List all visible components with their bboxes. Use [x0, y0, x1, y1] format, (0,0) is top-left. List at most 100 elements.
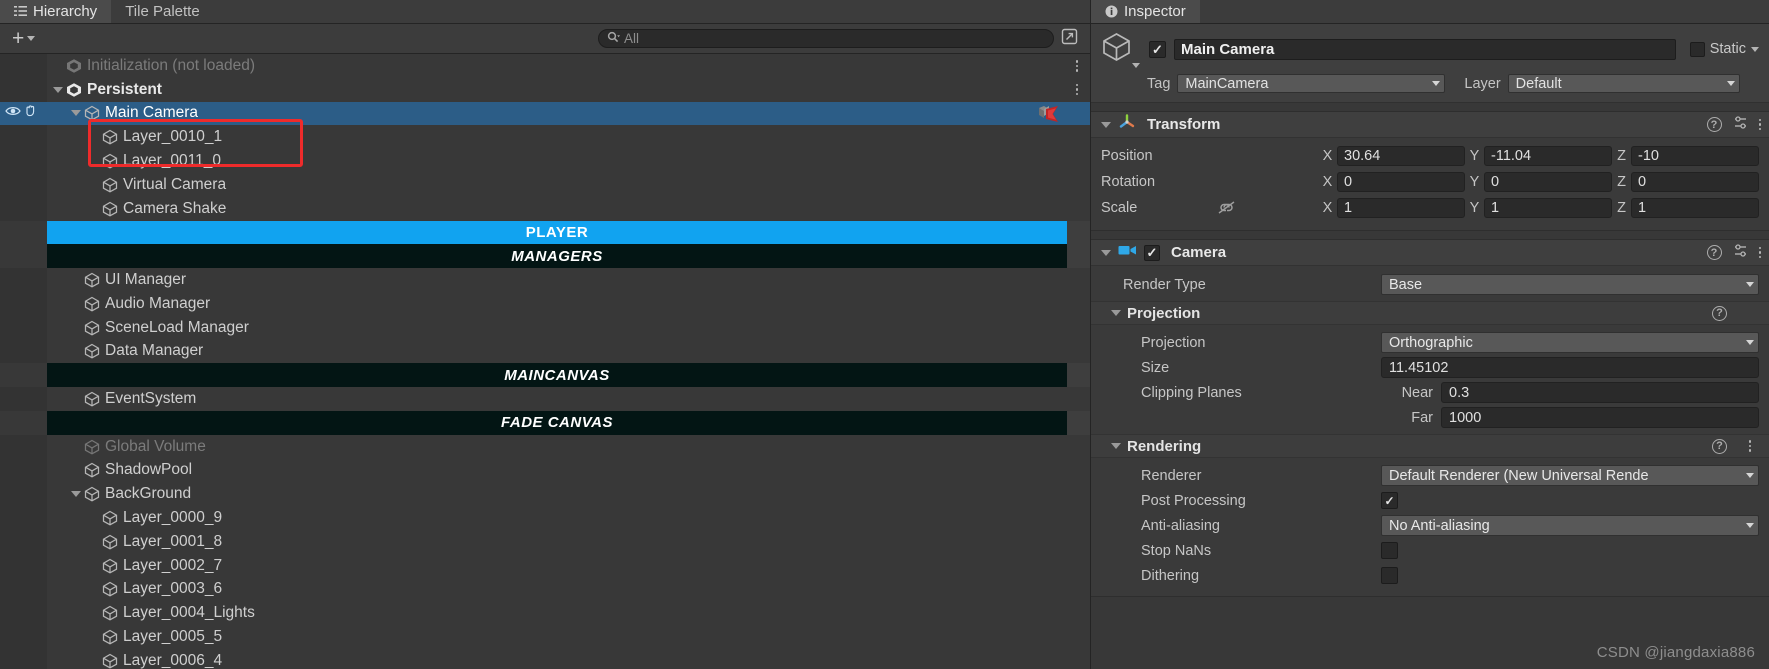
post-processing-checkbox[interactable]: ✓	[1381, 492, 1398, 509]
hierarchy-row[interactable]: Layer_0005_5	[0, 625, 1090, 649]
hierarchy-banner[interactable]: FADE CANVAS	[47, 410, 1067, 435]
hierarchy-row[interactable]: Main Camera	[0, 101, 1090, 126]
foldout-expanded-icon[interactable]	[69, 491, 82, 498]
static-toggle[interactable]: Static	[1684, 41, 1759, 57]
hierarchy-row-label: ShadowPool	[105, 461, 193, 479]
tab-inspector[interactable]: Inspector	[1091, 0, 1200, 23]
hierarchy-row[interactable]: SceneLoad Manager	[0, 315, 1090, 340]
rotation-y-field[interactable]: 0	[1484, 171, 1612, 192]
hierarchy-tree[interactable]: Initialization (not loaded) Persistent Mai…	[0, 54, 1090, 669]
hierarchy-row[interactable]: Data Manager	[0, 339, 1090, 364]
hierarchy-row[interactable]: ShadowPool	[0, 458, 1090, 483]
hierarchy-banner[interactable]: MAINCANVAS	[47, 363, 1067, 388]
size-field[interactable]: 11.45102	[1381, 357, 1759, 378]
popout-window-button[interactable]	[1058, 28, 1080, 50]
camera-enabled-checkbox[interactable]: ✓	[1144, 244, 1160, 261]
layer-dropdown[interactable]: Default	[1507, 74, 1740, 93]
position-x-field[interactable]: 30.64	[1337, 145, 1465, 166]
scale-y-field[interactable]: 1	[1484, 197, 1612, 218]
foldout-expanded-icon[interactable]	[69, 110, 82, 117]
rotation-x-field[interactable]: 0	[1337, 171, 1465, 192]
section-menu-icon[interactable]	[1748, 440, 1751, 452]
hierarchy-row[interactable]: Camera Shake	[0, 196, 1090, 221]
preset-icon[interactable]	[1733, 115, 1748, 135]
chevron-down-icon[interactable]	[1101, 121, 1111, 128]
component-menu-icon[interactable]	[1758, 246, 1761, 259]
transform-rotation-row: Rotation X 0 Y 0 Z 0	[1101, 170, 1759, 193]
hierarchy-row[interactable]: Layer_0010_1	[0, 125, 1090, 150]
preset-icon[interactable]	[1733, 243, 1748, 263]
hierarchy-row[interactable]: PLAYER	[0, 220, 1090, 245]
transform-header[interactable]: Transform ?	[1091, 112, 1769, 138]
gameobject-enabled-checkbox[interactable]: ✓	[1149, 40, 1166, 58]
render-type-dropdown[interactable]: Base	[1381, 274, 1759, 295]
chevron-down-icon[interactable]	[1101, 249, 1111, 256]
scene-context-menu-icon[interactable]	[1075, 78, 1078, 102]
hierarchy-row[interactable]: MANAGERS	[0, 244, 1090, 269]
foldout-expanded-icon[interactable]	[51, 86, 64, 93]
anti-aliasing-dropdown[interactable]: No Anti-aliasing	[1381, 515, 1759, 536]
help-icon[interactable]: ?	[1712, 438, 1727, 454]
hierarchy-row[interactable]: Virtual Camera	[0, 172, 1090, 197]
rendering-section-header[interactable]: Rendering ?	[1091, 434, 1769, 458]
hierarchy-row[interactable]: EventSystem	[0, 387, 1090, 411]
hierarchy-row[interactable]: Initialization (not loaded)	[0, 54, 1090, 78]
tag-dropdown[interactable]: MainCamera	[1177, 74, 1446, 93]
help-icon[interactable]: ?	[1706, 245, 1722, 260]
position-z-field[interactable]: -10	[1631, 145, 1759, 166]
renderer-dropdown[interactable]: Default Renderer (New Universal Rende	[1381, 465, 1759, 486]
stop-nans-checkbox[interactable]	[1381, 542, 1398, 559]
gameobject-icon[interactable]	[1101, 31, 1141, 68]
hierarchy-row[interactable]: UI Manager	[0, 268, 1090, 292]
hierarchy-row[interactable]: Persistent	[0, 77, 1090, 102]
add-gameobject-button[interactable]: +	[6, 28, 41, 50]
hierarchy-banner[interactable]: MANAGERS	[47, 244, 1067, 269]
hierarchy-row[interactable]: Layer_0003_6	[0, 577, 1090, 602]
tab-hierarchy[interactable]: Hierarchy	[0, 0, 112, 23]
visibility-eye-icon[interactable]	[5, 104, 21, 122]
camera-header[interactable]: ✓ Camera ?	[1091, 240, 1769, 266]
row-gutter	[0, 339, 47, 364]
near-field[interactable]: 0.3	[1441, 382, 1759, 403]
rotation-z-field[interactable]: 0	[1631, 171, 1759, 192]
dithering-checkbox[interactable]	[1381, 567, 1398, 584]
hierarchy-row[interactable]: Layer_0004_Lights	[0, 601, 1090, 626]
help-icon[interactable]: ?	[1712, 305, 1727, 321]
layer-label: Layer	[1464, 75, 1501, 92]
chevron-down-icon[interactable]	[1111, 443, 1121, 449]
hierarchy-row[interactable]: MAINCANVAS	[0, 363, 1090, 388]
search-input[interactable]: All	[598, 29, 1054, 48]
scale-z-field[interactable]: 1	[1631, 197, 1759, 218]
hierarchy-row[interactable]: Global Volume	[0, 434, 1090, 459]
hierarchy-row[interactable]: Layer_0000_9	[0, 506, 1090, 530]
projection-section-header[interactable]: Projection ?	[1091, 301, 1769, 325]
help-icon[interactable]: ?	[1706, 117, 1722, 132]
scale-x-field[interactable]: 1	[1337, 197, 1465, 218]
far-field[interactable]: 1000	[1441, 407, 1759, 428]
tab-tile-palette[interactable]: Tile Palette	[111, 0, 213, 23]
hierarchy-row[interactable]: Layer_0001_8	[0, 529, 1090, 554]
render-type-row: Render Type Base	[1101, 272, 1759, 297]
gameobject-cube-icon	[100, 581, 120, 597]
hierarchy-banner[interactable]: PLAYER	[47, 220, 1067, 245]
hierarchy-row[interactable]: Layer_0006_4	[0, 648, 1090, 669]
chevron-down-icon[interactable]	[1111, 310, 1121, 316]
static-checkbox[interactable]	[1689, 41, 1705, 57]
tab-label: Hierarchy	[33, 2, 98, 20]
hierarchy-row[interactable]: Audio Manager	[0, 291, 1090, 316]
gameobject-name-field[interactable]: Main Camera	[1174, 38, 1676, 60]
hierarchy-row[interactable]: BackGround	[0, 482, 1090, 507]
row-gutter	[0, 458, 47, 483]
position-y-field[interactable]: -11.04	[1484, 145, 1612, 166]
row-gutter	[0, 149, 47, 173]
scale-link-icon[interactable]	[1217, 200, 1236, 215]
hierarchy-row[interactable]: FADE CANVAS	[0, 410, 1090, 435]
hierarchy-row[interactable]: Layer_0002_7	[0, 553, 1090, 578]
component-menu-icon[interactable]	[1758, 118, 1761, 131]
transform-scale-row: Scale X 1 Y 1 Z 1	[1101, 196, 1759, 219]
scene-context-menu-icon[interactable]	[1075, 54, 1078, 78]
hierarchy-row[interactable]: Layer_0011_0	[0, 149, 1090, 173]
pickability-hand-icon[interactable]	[23, 104, 38, 122]
chevron-down-icon[interactable]	[1751, 46, 1759, 52]
projection-dropdown[interactable]: Orthographic	[1381, 332, 1759, 353]
